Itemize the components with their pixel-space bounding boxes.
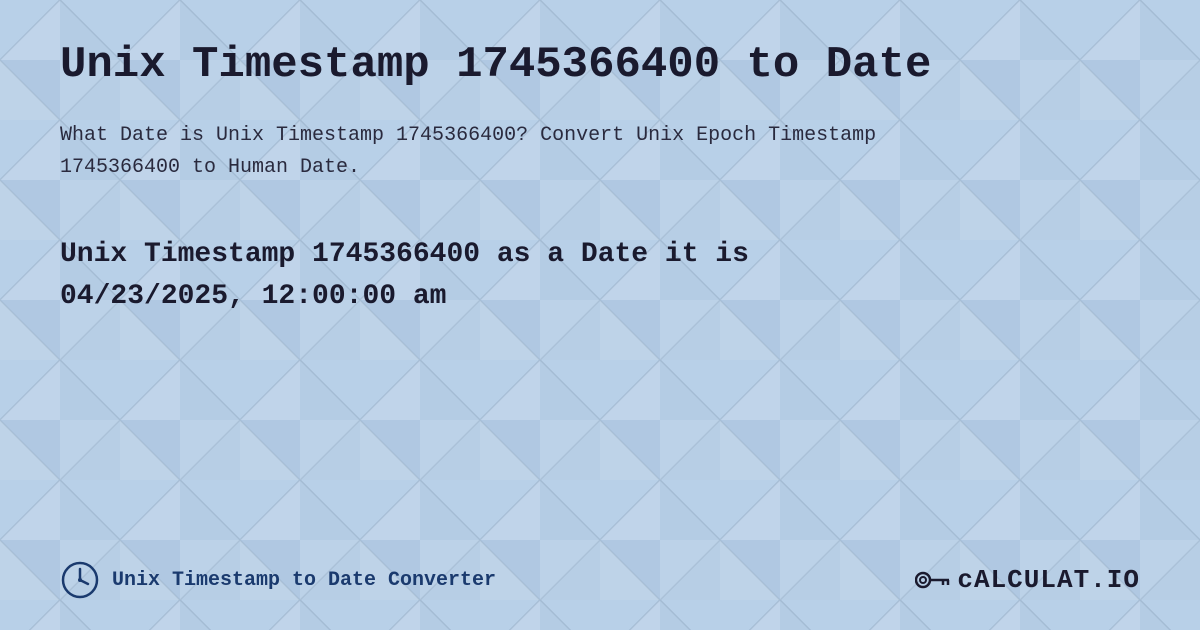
calculat-io-logo: cALCULAT.IO: [915, 565, 1140, 595]
footer-label: Unix Timestamp to Date Converter: [112, 569, 496, 592]
clock-icon: [60, 560, 100, 600]
logo-text: cALCULAT.IO: [957, 565, 1140, 595]
result-line2: 04/23/2025, 12:00:00 am: [60, 281, 446, 312]
page-title: Unix Timestamp 1745366400 to Date: [60, 40, 1140, 90]
footer-left: Unix Timestamp to Date Converter: [60, 560, 496, 600]
result-section: Unix Timestamp 1745366400 as a Date it i…: [60, 234, 1140, 318]
main-content: Unix Timestamp 1745366400 to Date What D…: [0, 0, 1200, 408]
result-line1: Unix Timestamp 1745366400 as a Date it i…: [60, 239, 749, 270]
footer: Unix Timestamp to Date Converter cALCULA…: [60, 560, 1140, 600]
page-description: What Date is Unix Timestamp 1745366400? …: [60, 120, 960, 184]
logo-icon: [915, 566, 951, 594]
result-text: Unix Timestamp 1745366400 as a Date it i…: [60, 234, 1140, 318]
